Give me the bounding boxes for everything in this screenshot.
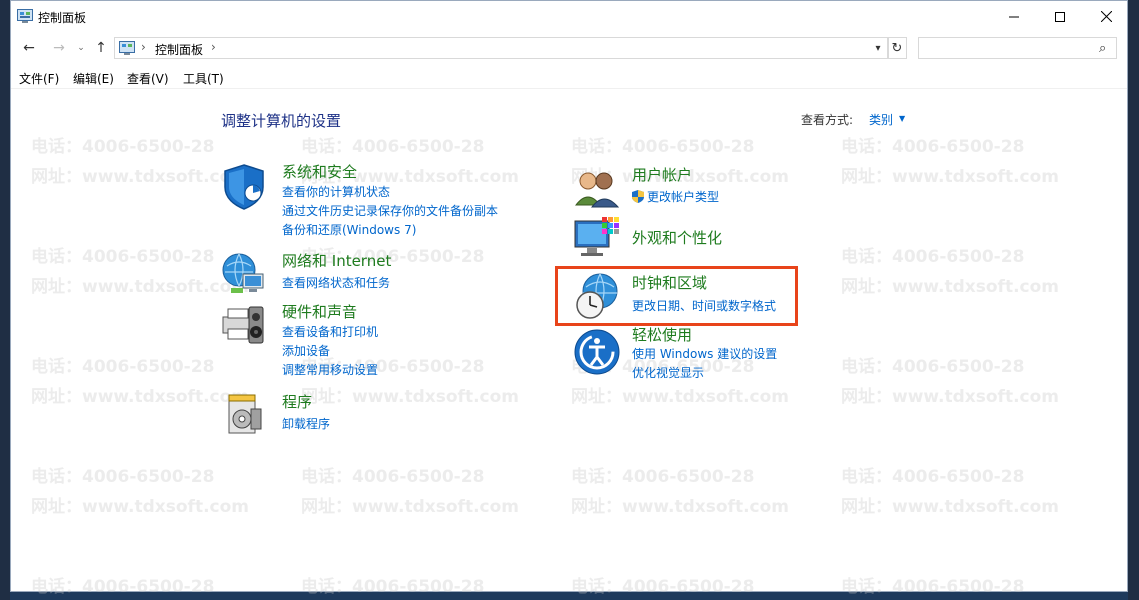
chevron-down-icon[interactable]: ▼ [899,114,905,123]
watermark-phone: 电话：4006-6500-28 [841,247,1025,267]
maximize-icon [1055,11,1065,22]
link-change-account-type[interactable]: 更改帐户类型 [632,188,719,205]
chevron-down-icon: ⌄ [77,43,85,53]
link-recommended-settings[interactable]: 使用 Windows 建议的设置 [632,345,777,362]
watermark-site: 网址：www.tdxsoft.com [31,497,249,517]
menu-edit[interactable]: 编辑(E) [73,70,114,87]
breadcrumb-separator-icon[interactable]: › [211,40,216,54]
watermark-phone: 电话：4006-6500-28 [841,357,1025,377]
watermark-phone: 电话：4006-6500-28 [31,357,215,377]
watermark-site: 网址：www.tdxsoft.com [841,497,1059,517]
watermark-phone: 电话：4006-6500-28 [301,137,485,157]
arrow-up-icon: ↑ [95,40,107,56]
navigation-bar: ← → ⌄ ↑ › 控制面板 › ▾ ↻ ⌕ [11,32,1127,64]
breadcrumb-separator-icon[interactable]: › [141,40,146,54]
link-network-status-tasks[interactable]: 查看网络状态和任务 [282,274,390,291]
search-input[interactable] [923,40,1093,56]
watermark-phone: 电话：4006-6500-28 [841,577,1025,597]
up-button[interactable]: ↑ [91,38,111,58]
category-appearance-title[interactable]: 外观和个性化 [632,227,722,248]
category-system-security-title[interactable]: 系统和安全 [282,161,357,182]
watermark-phone: 电话：4006-6500-28 [301,577,485,597]
desktop-background-right [1128,0,1139,600]
minimize-button[interactable] [991,1,1037,32]
watermark-site: 网址：www.tdxsoft.com [31,387,249,407]
forward-button[interactable]: → [49,38,69,58]
recent-locations-button[interactable]: ⌄ [71,38,91,58]
watermark-phone: 电话：4006-6500-28 [31,137,215,157]
window-title: 控制面板 [38,11,87,25]
link-mobility-settings[interactable]: 调整常用移动设置 [282,361,378,378]
control-panel-icon [119,41,135,55]
network-globe-icon[interactable] [219,248,269,298]
printer-speaker-icon[interactable] [219,299,269,349]
close-icon [1100,11,1112,22]
category-user-accounts-title[interactable]: 用户帐户 [632,164,692,185]
ease-of-access-icon[interactable] [572,327,622,377]
menu-file[interactable]: 文件(F) [19,70,59,87]
watermark-site: 网址：www.tdxsoft.com [571,497,789,517]
highlight-box-clock-region [555,266,798,326]
maximize-button[interactable] [1037,1,1083,32]
search-box[interactable]: ⌕ [918,37,1117,59]
category-network-internet-title[interactable]: 网络和 Internet [282,250,391,271]
menu-view[interactable]: 查看(V) [127,70,169,87]
desktop-background-left [0,0,10,600]
view-by-label: 查看方式: [801,113,854,127]
control-panel-icon [17,9,33,23]
watermark-phone: 电话：4006-6500-28 [31,577,215,597]
arrow-right-icon: → [53,40,65,56]
link-add-device[interactable]: 添加设备 [282,342,330,359]
address-bar[interactable]: › 控制面板 › [114,37,889,59]
category-ease-of-access-title[interactable]: 轻松使用 [632,324,692,345]
link-optimize-visual-display[interactable]: 优化视觉显示 [632,364,704,381]
refresh-icon: ↻ [891,40,903,56]
watermark-phone: 电话：4006-6500-28 [301,467,485,487]
watermark-phone: 电话：4006-6500-28 [571,577,755,597]
search-icon[interactable]: ⌕ [1099,41,1106,56]
breadcrumb-control-panel[interactable]: 控制面板 [155,41,203,58]
user-accounts-icon[interactable] [572,163,622,213]
uac-shield-icon [632,190,644,203]
watermark-site: 网址：www.tdxsoft.com [841,167,1059,187]
menu-tools[interactable]: 工具(T) [183,70,224,87]
link-file-history-backup[interactable]: 通过文件历史记录保存你的文件备份副本 [282,202,498,219]
watermark-site: 网址：www.tdxsoft.com [571,387,789,407]
watermark-phone: 电话：4006-6500-28 [571,137,755,157]
programs-icon[interactable] [221,389,271,439]
watermark-phone: 电话：4006-6500-28 [571,467,755,487]
watermark-phone: 电话：4006-6500-28 [841,467,1025,487]
link-change-account-type-label: 更改帐户类型 [647,190,720,204]
link-backup-restore[interactable]: 备份和还原(Windows 7) [282,221,416,238]
watermark-phone: 电话：4006-6500-28 [31,467,215,487]
category-hardware-sound-title[interactable]: 硬件和声音 [282,301,357,322]
watermark-phone: 电话：4006-6500-28 [31,247,215,267]
refresh-button[interactable]: ↻ [887,37,907,59]
address-dropdown-button[interactable]: ▾ [870,37,886,59]
shield-icon[interactable] [219,161,269,211]
watermark-site: 网址：www.tdxsoft.com [301,387,519,407]
link-uninstall-program[interactable]: 卸载程序 [282,415,330,432]
view-by-dropdown[interactable]: 类别 [869,111,893,128]
watermark-site: 网址：www.tdxsoft.com [31,167,249,187]
link-devices-printers[interactable]: 查看设备和打印机 [282,323,378,340]
watermark-site: 网址：www.tdxsoft.com [31,277,249,297]
menu-bar: 文件(F) 编辑(E) 查看(V) 工具(T) [11,65,1127,89]
watermark-phone: 电话：4006-6500-28 [841,137,1025,157]
appearance-monitor-icon[interactable] [572,215,622,265]
back-button[interactable]: ← [19,38,39,58]
link-view-computer-status[interactable]: 查看你的计算机状态 [282,183,390,200]
watermark-site: 网址：www.tdxsoft.com [841,387,1059,407]
watermark-site: 网址：www.tdxsoft.com [841,277,1059,297]
title-bar: 控制面板 [11,1,1127,32]
category-programs-title[interactable]: 程序 [282,391,312,412]
chevron-down-icon: ▾ [875,42,881,54]
arrow-left-icon: ← [23,40,35,56]
close-button[interactable] [1083,1,1129,32]
control-panel-window: 控制面板 ← → ⌄ ↑ › 控制面板 › ▾ ↻ ⌕ 文件(F) 编辑(E) … [10,0,1128,597]
page-title: 调整计算机的设置 [221,112,342,130]
minimize-icon [1009,16,1019,17]
watermark-site: 网址：www.tdxsoft.com [301,497,519,517]
